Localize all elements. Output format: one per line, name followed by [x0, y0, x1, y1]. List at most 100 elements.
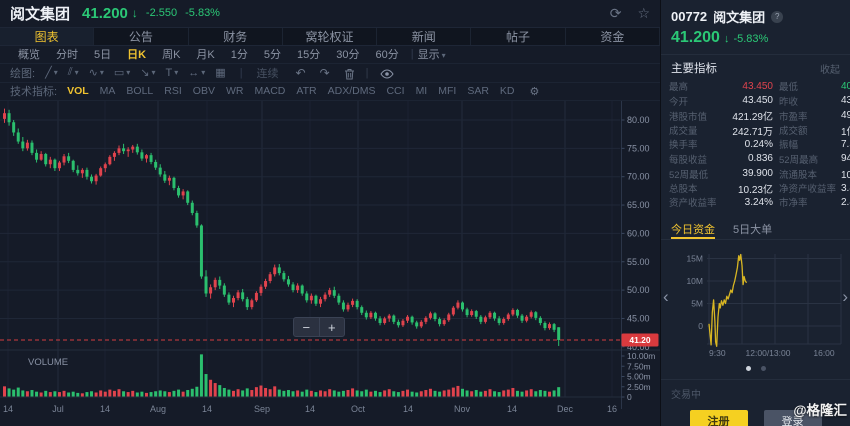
metric-value: 40.150: [841, 80, 850, 92]
indicator-obv[interactable]: OBV: [193, 85, 215, 97]
zoom-out-button[interactable]: −: [294, 318, 320, 336]
period-5min[interactable]: 5分: [256, 46, 289, 62]
metric-value: 242.71万: [732, 126, 773, 138]
chevron-down-icon: ▾: [53, 68, 58, 78]
star-icon[interactable]: ☆: [637, 5, 650, 22]
period-1min[interactable]: 1分: [223, 46, 256, 62]
carousel-dot-2[interactable]: [760, 365, 766, 371]
metric-value: 49.29: [841, 110, 850, 121]
next-arrow-icon[interactable]: ›: [842, 288, 848, 305]
tab-chart[interactable]: 图表: [0, 27, 95, 45]
period-daily-k[interactable]: 日K: [119, 46, 154, 62]
visibility-button[interactable]: [379, 66, 394, 80]
fundflow-tab-5day[interactable]: 5日大单: [733, 221, 772, 239]
svg-text:16: 16: [607, 404, 617, 414]
indicator-vol[interactable]: VOL: [67, 85, 89, 97]
delete-button[interactable]: [344, 66, 355, 80]
period-60min[interactable]: 60分: [368, 46, 407, 62]
indicator-mi[interactable]: MI: [416, 85, 428, 97]
continuous-toggle[interactable]: 连续: [257, 65, 279, 81]
channel-tool-icon: ⫽: [67, 66, 73, 79]
indicator-boll[interactable]: BOLL: [126, 85, 153, 97]
metric-label: 昨收: [779, 96, 799, 108]
svg-text:Sep: Sep: [254, 404, 270, 414]
measure-tool[interactable]: ↔ ▾: [188, 67, 205, 79]
period-toolbar: 概览 分时 5日 日K 周K 月K 1分 5分 15分 30分 60分 | 显示 ▾: [0, 46, 660, 65]
period-weekly-k[interactable]: 周K: [154, 46, 188, 62]
indicator-atr[interactable]: ATR: [296, 85, 316, 97]
line-tool-icon: ╱: [45, 67, 52, 80]
wave-tool[interactable]: ∿ ▾: [89, 66, 104, 79]
svg-text:0: 0: [627, 392, 632, 402]
grid-tool-icon: ▦: [215, 67, 226, 80]
tab-funds[interactable]: 资金: [566, 27, 660, 45]
display-dropdown[interactable]: 显示 ▾: [418, 46, 446, 62]
indicator-macd[interactable]: MACD: [254, 85, 285, 97]
metric-row: 今开 43.450 昨收 43.750: [669, 94, 850, 109]
tab-news[interactable]: 新闻: [377, 27, 472, 45]
prev-arrow-icon[interactable]: ‹: [663, 288, 669, 305]
collapse-link[interactable]: 收起: [820, 61, 840, 76]
metric-value: 10.23亿: [841, 170, 850, 181]
toolbar-divider: |: [239, 66, 243, 79]
main-tab-bar: 图表 公告 财务 窝轮权证 新闻 帖子 资金: [0, 27, 660, 46]
svg-text:75.00: 75.00: [627, 143, 650, 153]
indicator-mfi[interactable]: MFI: [438, 85, 456, 97]
indicator-cci[interactable]: CCI: [386, 85, 404, 97]
period-intraday[interactable]: 分时: [48, 46, 86, 62]
carousel-dot-1[interactable]: [745, 365, 751, 371]
period-overview[interactable]: 概览: [10, 46, 48, 62]
grid-tool[interactable]: ▦: [215, 66, 225, 79]
indicator-sar[interactable]: SAR: [467, 85, 489, 97]
wave-tool-icon: ∿: [88, 67, 98, 80]
tab-warrants[interactable]: 窝轮权证: [283, 27, 378, 45]
metric-label: 流通股本: [779, 169, 818, 181]
svg-text:10M: 10M: [686, 276, 703, 286]
svg-text:70.00: 70.00: [627, 172, 650, 182]
svg-text:15M: 15M: [686, 253, 703, 263]
metric-label: 52周最高: [779, 154, 819, 166]
arrow-tool[interactable]: ↘ ▾: [140, 66, 155, 79]
indicator-adxdms[interactable]: ADX/DMS: [328, 85, 376, 97]
price-change: -2.550: [145, 7, 178, 20]
zoom-in-button[interactable]: +: [320, 318, 345, 336]
candlestick-chart[interactable]: 80.00 75.00 70.00 65.00 60.00 55.00 50.00 45.00…: [0, 101, 660, 421]
indicator-ma[interactable]: MA: [100, 85, 116, 97]
zoom-control: − +: [293, 317, 345, 337]
fundflow-tab-today[interactable]: 今日资金: [671, 221, 715, 239]
svg-text:5.00m: 5.00m: [627, 372, 651, 382]
indicator-rsi[interactable]: RSI: [164, 85, 182, 97]
line-tool[interactable]: ╱ ▾: [45, 66, 58, 79]
channel-tool[interactable]: ⫽ ▾: [68, 66, 79, 79]
gear-icon[interactable]: ⚙: [530, 85, 540, 98]
svg-text:14: 14: [100, 404, 110, 414]
indicator-kd[interactable]: KD: [500, 85, 515, 97]
toolbar-divider: |: [365, 66, 369, 79]
svg-text:14: 14: [305, 404, 315, 414]
undo-button[interactable]: ↶: [296, 66, 306, 80]
metric-row: 52周最低 39.900 流通股本 10.23亿: [669, 166, 850, 181]
tab-announcements[interactable]: 公告: [94, 27, 189, 45]
fundflow-chart: 15M 10M 5M 0 9:30 12:00/13:00 16:00: [686, 253, 842, 358]
svg-text:14: 14: [507, 404, 517, 414]
period-monthly-k[interactable]: 月K: [188, 46, 222, 62]
help-icon[interactable]: ?: [771, 10, 784, 23]
header-actions: ⟳ ☆: [610, 5, 650, 22]
tab-posts[interactable]: 帖子: [471, 27, 566, 45]
arrow-tool-icon: ↘: [140, 67, 150, 80]
text-tool[interactable]: T ▾: [166, 67, 179, 79]
period-5d[interactable]: 5日: [86, 46, 119, 62]
redo-button[interactable]: ↷: [320, 66, 330, 80]
main-chart[interactable]: 80.00 75.00 70.00 65.00 60.00 55.00 50.00 45.00…: [0, 101, 660, 426]
quote-change-percent: -5.83%: [733, 33, 769, 45]
price-down-arrow-icon: ↓: [131, 6, 138, 21]
metric-value: 94.350: [841, 153, 850, 165]
refresh-icon[interactable]: ⟳: [610, 5, 622, 22]
svg-text:41.20: 41.20: [629, 335, 651, 345]
shape-tool[interactable]: ▭ ▾: [114, 66, 130, 79]
period-15min[interactable]: 15分: [289, 46, 328, 62]
indicator-wr[interactable]: WR: [226, 85, 244, 97]
tab-financials[interactable]: 财务: [189, 27, 283, 45]
period-30min[interactable]: 30分: [328, 46, 367, 62]
register-button[interactable]: 注册: [689, 409, 748, 426]
